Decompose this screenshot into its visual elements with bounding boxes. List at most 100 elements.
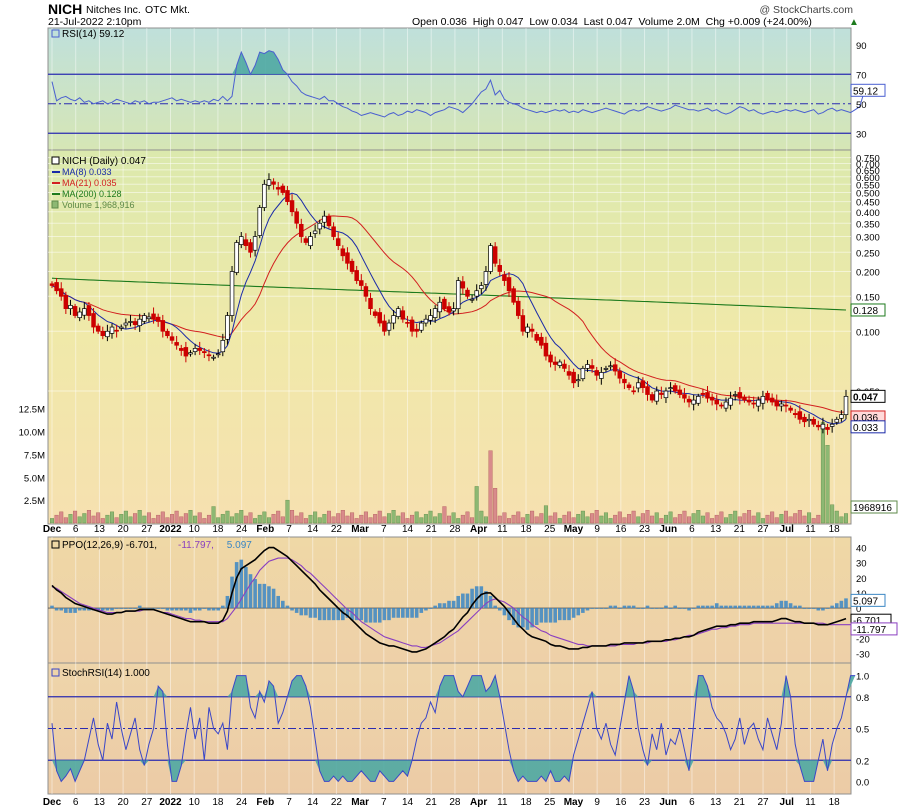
candle-body-97 bbox=[497, 265, 503, 272]
ppo-hist-bar-167 bbox=[821, 608, 825, 611]
volume-bar-50 bbox=[280, 516, 285, 524]
candle-body-51 bbox=[285, 190, 290, 202]
ppo-hist-bar-86 bbox=[447, 600, 451, 609]
ppo-hist-bar-20 bbox=[142, 608, 147, 609]
candle-body-25 bbox=[165, 330, 170, 337]
volume-bar-43 bbox=[248, 512, 253, 524]
volume-bar-108 bbox=[548, 515, 553, 524]
ppo-hist-bar-165 bbox=[811, 608, 816, 609]
volume-bar-131 bbox=[654, 512, 659, 524]
volume-bar-123 bbox=[617, 511, 622, 524]
candle-body-76 bbox=[400, 310, 406, 320]
ppo-legend-label-0: PPO(12,26,9) -6.701, bbox=[62, 540, 157, 551]
stoch-tick-1.0: 1.0 bbox=[856, 672, 869, 683]
candle-body-102 bbox=[520, 315, 526, 332]
ppo-hist-bar-120 bbox=[604, 608, 608, 609]
candle-body-139 bbox=[691, 399, 696, 405]
ppo-hist-bar-72 bbox=[382, 608, 387, 621]
ppo-hist-bar-25 bbox=[165, 608, 170, 611]
stoch-tick-0.5: 0.5 bbox=[856, 725, 869, 736]
ppo-hist-bar-130 bbox=[650, 608, 654, 609]
candle-body-4 bbox=[68, 305, 73, 309]
volume-bar-111 bbox=[562, 514, 567, 524]
candle-body-151 bbox=[746, 399, 752, 403]
ppo-hist-bar-115 bbox=[581, 608, 585, 613]
volume-bar-152 bbox=[751, 515, 756, 524]
x-label-1-9: Feb bbox=[256, 797, 274, 808]
volume-bar-62 bbox=[336, 513, 341, 524]
candle-body-167 bbox=[820, 423, 826, 430]
ppo-hist-bar-110 bbox=[557, 608, 562, 621]
volume-bar-27 bbox=[174, 510, 179, 524]
volume-bar-26 bbox=[170, 514, 175, 524]
x-label-1-4: 27 bbox=[141, 797, 153, 808]
ppo-hist-bar-22 bbox=[151, 608, 156, 609]
ppo-hist-bar-32 bbox=[197, 608, 202, 611]
candle-body-40 bbox=[234, 242, 239, 273]
x-label-1-23: 9 bbox=[594, 797, 600, 808]
candle-body-129 bbox=[645, 386, 650, 395]
candle-body-47 bbox=[266, 179, 272, 186]
candle-body-103 bbox=[525, 326, 530, 333]
x-label-1-30: 27 bbox=[757, 797, 769, 808]
volume-bar-17 bbox=[128, 516, 133, 524]
ppo-hist-bar-162 bbox=[798, 605, 802, 609]
candle-body-121 bbox=[608, 365, 613, 368]
volume-bar-86 bbox=[447, 515, 452, 524]
ppo-tick-40: 40 bbox=[856, 544, 867, 555]
volume-bar-169 bbox=[830, 504, 835, 524]
candle-body-34 bbox=[206, 354, 212, 357]
last-price-badge: 0.047 bbox=[853, 392, 878, 403]
x-label-1-21: 25 bbox=[544, 797, 556, 808]
volume-bar-101 bbox=[516, 511, 521, 524]
ppo-hist-bar-51 bbox=[285, 605, 290, 609]
candle-body-32 bbox=[197, 348, 202, 351]
candle-body-148 bbox=[732, 394, 738, 396]
volume-bar-55 bbox=[303, 518, 308, 524]
volume-bar-15 bbox=[119, 514, 124, 524]
ppo-hist-bar-164 bbox=[807, 608, 811, 609]
volume-bar-157 bbox=[774, 517, 779, 524]
volume-bar-21 bbox=[146, 512, 151, 524]
ppo-hist-bar-52 bbox=[290, 608, 294, 611]
candle-body-44 bbox=[252, 236, 258, 251]
volume-bar-115 bbox=[580, 510, 585, 524]
ppo-hist-bar-109 bbox=[553, 608, 557, 623]
volume-bar-18 bbox=[133, 513, 138, 524]
candle-body-143 bbox=[709, 396, 715, 401]
ppo-hist-bar-168 bbox=[825, 608, 830, 609]
candle-body-11 bbox=[100, 330, 106, 337]
volume-bar-127 bbox=[636, 516, 641, 524]
ppo-tick--20: -20 bbox=[856, 634, 870, 645]
volume-bar-160 bbox=[788, 516, 793, 524]
volume-bar-31 bbox=[193, 515, 198, 524]
x-label-0-19: 11 bbox=[497, 524, 508, 535]
volume-bar-145 bbox=[719, 511, 724, 524]
candle-body-88 bbox=[455, 280, 461, 309]
volume-bar-100 bbox=[511, 514, 516, 524]
candle-body-73 bbox=[386, 322, 392, 331]
x-label-0-9: Feb bbox=[256, 524, 274, 535]
volume-bar-38 bbox=[225, 510, 230, 524]
ppo-hist-bar-151 bbox=[747, 605, 751, 609]
x-label-0-15: 14 bbox=[402, 524, 414, 535]
candle-body-6 bbox=[77, 311, 82, 318]
x-label-1-29: 21 bbox=[734, 797, 746, 808]
volume-bar-113 bbox=[571, 517, 576, 524]
candle-body-43 bbox=[248, 242, 253, 253]
candle-body-31 bbox=[192, 348, 198, 352]
ppo-hist-bar-148 bbox=[733, 605, 738, 609]
volume-bar-168 bbox=[825, 445, 830, 524]
volume-bar-74 bbox=[391, 510, 396, 524]
ppo-hist-bar-124 bbox=[622, 605, 627, 609]
x-label-1-7: 18 bbox=[212, 797, 224, 808]
candle-body-28 bbox=[179, 348, 184, 351]
volume-bar-107 bbox=[543, 505, 548, 524]
candle-body-89 bbox=[460, 281, 466, 289]
volume-bar-47 bbox=[266, 517, 271, 524]
ppo-hist-bar-136 bbox=[678, 608, 682, 609]
x-label-0-16: 21 bbox=[426, 524, 438, 535]
volume-bar-148 bbox=[733, 510, 738, 524]
price-legend-label-2: MA(21) 0.035 bbox=[62, 178, 117, 188]
volume-bar-84 bbox=[437, 513, 442, 524]
